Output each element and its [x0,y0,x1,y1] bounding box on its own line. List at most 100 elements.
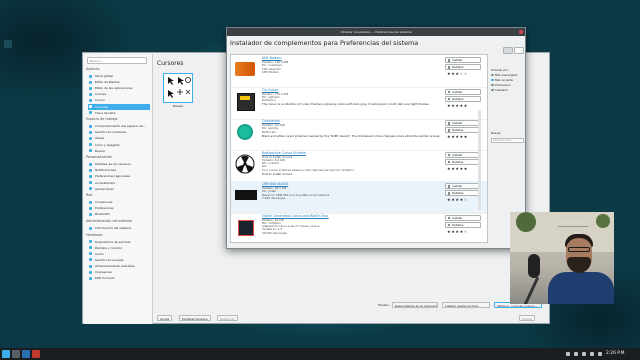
sidebar-item[interactable]: Atajos [88,135,150,141]
volume-icon[interactable] [590,352,594,356]
sort-option-radio[interactable]: Más descargado [491,73,518,77]
install-button[interactable]: Instalar [445,183,481,189]
details-button[interactable]: Detalles [445,158,481,165]
install-button[interactable]: Instalar [445,57,481,63]
task-icon[interactable] [12,350,20,358]
sidebar-item[interactable]: Notificaciones [88,167,150,173]
sidebar-item[interactable]: Preferencias [88,205,150,211]
sidebar-item[interactable]: Inicio y apagado [88,142,150,148]
app-launcher-icon[interactable] [2,350,10,358]
install-label: Instalar [452,215,463,220]
network-icon[interactable] [582,352,586,356]
task-icon[interactable] [32,350,40,358]
install-button[interactable]: Instalar [445,151,481,158]
sidebar-item[interactable]: Tipos de letra [88,110,150,116]
sidebar-item-icon [89,105,92,108]
tray-icon[interactable] [574,352,578,356]
sidebar-item-icon [89,181,92,184]
sidebar-item-label: Almacenamiento extraíble [95,264,135,268]
sidebar-item[interactable]: Estilo de Plasma [88,79,150,85]
sidebar-item[interactable]: Accesibilidad [88,180,150,186]
sidebar-item[interactable]: Pantalla y monitor [88,245,150,251]
grid-view-button[interactable] [503,47,513,54]
sidebar-item[interactable]: Cursores [88,103,150,110]
sidebar-item[interactable]: Aplicaciones [88,186,150,192]
sidebar-item[interactable]: KDE Connect [88,275,150,281]
list-scrollbar[interactable] [478,110,481,210]
details-button[interactable]: Detalles [445,95,481,102]
help-button[interactable]: Ayuda [157,315,173,321]
sidebar-item-icon [89,130,92,134]
cursor-theme-card[interactable]: Breeze [163,73,193,108]
defaults-button[interactable]: Predeterminados [179,315,211,321]
sidebar-item-label: Comportamiento del espacio de... [95,124,146,129]
cursor-theme-label: Breeze [172,104,184,108]
install-button[interactable]: Instalar [445,88,481,95]
sidebar-item-icon [89,149,92,153]
sidebar-item[interactable]: Dispositivos de entrada [88,239,150,245]
desktop-icon[interactable] [4,40,12,48]
sidebar-item-icon [89,246,92,250]
clock[interactable]: 2:26 P.M. [606,348,626,360]
tray-arrow-icon[interactable] [598,352,602,356]
addon-entry[interactable]: Tia Cursor Tamaño: 176.9 KiB Por: alphaph D… [231,87,487,120]
sidebar-item[interactable]: Buscar [88,148,150,154]
apply-button[interactable]: Aplicar [519,315,536,321]
sidebar-item[interactable]: Bluetooth [88,211,150,217]
sidebar-category: Red [86,193,93,198]
addon-entry[interactable]: Chameleon Tamaño: 2.0 KiB Por: spilahy Defi… [231,118,487,151]
sidebar-search-input[interactable]: Buscar... [87,57,147,64]
details-button[interactable]: Detalles [445,190,481,196]
details-label: Detalles [452,159,464,164]
tray-icon[interactable] [566,352,570,356]
install-button[interactable]: Instalar [445,214,481,221]
task-icon[interactable] [22,350,30,358]
list-view-button[interactable] [514,47,524,54]
addon-entry[interactable]: KDE Modern Tamaño: 136.4 KiB Por: nowimsyn… [231,55,487,88]
sidebar-item[interactable]: Colores [88,91,150,97]
install-button[interactable]: Instalar [445,120,481,126]
sidebar-item[interactable]: Comportamiento del espacio de... [88,123,150,129]
sidebar-item[interactable]: Almacenamiento extraíble [88,263,150,269]
sidebar-item[interactable]: Conexiones [88,199,150,205]
sidebar-item-label: Notificaciones [95,168,117,173]
addon-entry[interactable]: Eighth Generation Colors and RadOn Four T… [231,213,487,243]
addon-entry[interactable]: CBM 8bit ALNO4 Tamaño: 38.1 KiB Por: jmath… [231,181,487,214]
sidebar-item[interactable]: Preferencias regionales [88,173,150,179]
sidebar-item-icon [89,206,92,210]
sidebar-item[interactable]: Impresoras [88,269,150,275]
sort-option-radio[interactable]: Instalado [491,88,508,92]
addon-entry[interactable]: Radioactive Cursor Scheme How to install … [231,150,487,183]
sidebar-item-label: Preferencias regionales [95,174,130,179]
sidebar-item[interactable]: Audio [88,251,150,257]
addon-meta: 2,496 descargas [262,195,286,200]
details-label: Detalles [452,191,464,195]
sidebar-item[interactable]: Iconos [88,97,150,103]
addon-list: KDE Modern Tamaño: 136.4 KiB Por: nowimsyn… [230,54,488,243]
details-button[interactable]: Detalles [445,127,481,133]
star-icon: ★ [463,134,468,139]
sidebar-item-icon [89,270,92,274]
details-label: Detalles [452,222,464,227]
sidebar-item-label: Gestión de energía [95,257,124,262]
sidebar-item-label: Conexiones [95,200,113,205]
details-button[interactable]: Detalles [445,64,481,70]
sidebar-item[interactable]: Gestión de energía [88,257,150,263]
sidebar-item[interactable]: Detalles de los usuarios [88,161,150,167]
sidebar-item-icon [89,92,92,96]
close-icon[interactable] [519,30,523,34]
sidebar-item[interactable]: Información del sistema [88,225,150,231]
dialog-search-input[interactable]: Introducir texto... [491,138,524,143]
sidebar-item-label: KDE Connect [95,276,115,281]
sidebar-item[interactable]: Estilo de las aplicaciones [88,85,150,91]
sidebar-item[interactable]: Tema global [88,73,150,79]
details-button[interactable]: Detalles [445,221,481,228]
sidebar-item[interactable]: Gestión de ventanas [88,129,150,135]
star-icon: ★ [463,102,468,108]
info-icon [447,223,450,227]
sort-option-radio[interactable]: Puntuación [491,83,511,87]
size-select[interactable]: Dependiente de la resolución [392,302,438,308]
reset-button[interactable]: Restaurar [217,315,238,321]
install-from-file-button[interactable]: Instalar desde archivo... [442,302,490,308]
sort-option-radio[interactable]: Más reciente [491,78,513,82]
